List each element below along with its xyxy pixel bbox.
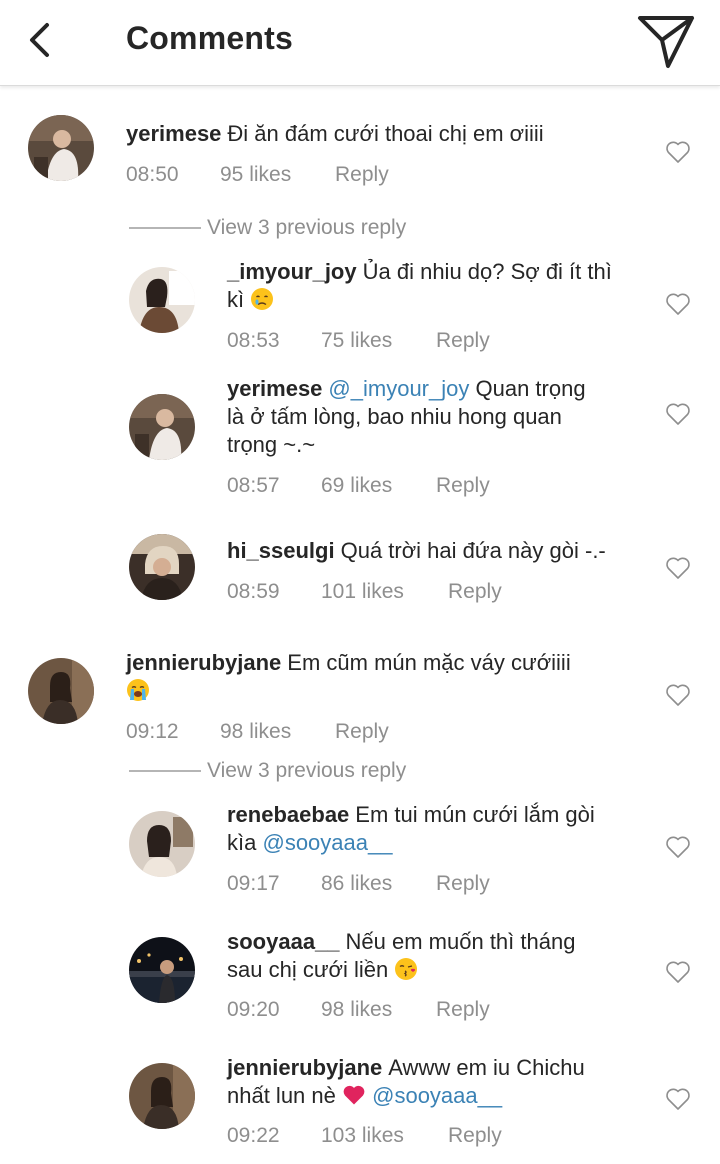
heart-icon[interactable]: [665, 556, 691, 580]
comment-meta: 08:50 95 likes Reply: [126, 163, 426, 189]
loudly-crying-face-emoji: [127, 679, 149, 701]
username[interactable]: sooyaaa__: [227, 929, 340, 954]
reply-button[interactable]: Reply: [335, 720, 389, 744]
avatar[interactable]: [129, 394, 195, 460]
avatar[interactable]: [129, 937, 195, 1003]
timestamp: 08:53: [227, 329, 280, 352]
heart-icon[interactable]: [665, 835, 691, 859]
comment-body: Em cũm mún mặc váy cướiiii: [287, 650, 571, 675]
reply-body: Nếu em muốn thì tháng: [345, 929, 576, 954]
reply-body-line: trọng ~.~: [227, 432, 316, 457]
likes-count[interactable]: 86 likes: [321, 872, 392, 896]
avatar[interactable]: [129, 1063, 195, 1129]
timestamp: 09:12: [126, 720, 179, 743]
share-button[interactable]: [633, 10, 699, 72]
reply-text: renebaebae Em tui mún cưới lắm gòi kìa @s…: [227, 801, 647, 857]
timestamp: 09:17: [227, 872, 280, 895]
view-previous-replies[interactable]: View 3 previous reply: [129, 759, 406, 783]
username[interactable]: jennierubyjane: [126, 650, 281, 675]
reply-text: hi_sseulgi Quá trời hai đứa này gòi -.-: [227, 537, 647, 565]
heart-icon[interactable]: [665, 1087, 691, 1111]
likes-count[interactable]: 101 likes: [321, 580, 404, 604]
username[interactable]: jennierubyjane: [227, 1055, 382, 1080]
heart-icon[interactable]: [665, 402, 691, 426]
reply-text: sooyaaa__ Nếu em muốn thì tháng sau chị c…: [227, 928, 647, 984]
mention-link[interactable]: @_imyour_joy: [328, 376, 469, 401]
reply-body-line: kìa: [227, 830, 257, 855]
heart-icon[interactable]: [665, 683, 691, 707]
reply-meta: 08:59 101 likes Reply: [227, 580, 547, 606]
likes-count[interactable]: 98 likes: [220, 720, 291, 744]
reply-body-line: nhất lun nè: [227, 1083, 336, 1108]
divider-line: [129, 227, 201, 229]
reply-body-line: kì: [227, 287, 245, 312]
comment-text: jennierubyjane Em cũm mún mặc váy cướiiii: [126, 649, 646, 705]
heart-icon[interactable]: [665, 292, 691, 316]
likes-count[interactable]: 95 likes: [220, 163, 291, 187]
reply-text: _imyour_joy Ủa đi nhiu dọ? Sợ đi ít thì k…: [227, 258, 647, 314]
reply-body: Ủa đi nhiu dọ? Sợ đi ít thì: [362, 259, 612, 284]
reply-button[interactable]: Reply: [436, 872, 490, 896]
likes-count[interactable]: 103 likes: [321, 1124, 404, 1148]
back-button[interactable]: [18, 16, 62, 64]
reply-body: Awww em iu Chichu: [388, 1055, 585, 1080]
view-previous-label: View 3 previous reply: [207, 216, 407, 239]
reply-button[interactable]: Reply: [436, 474, 490, 498]
reply-meta: 08:53 75 likes Reply: [227, 329, 547, 355]
heart-icon[interactable]: [665, 140, 691, 164]
reply-button[interactable]: Reply: [436, 998, 490, 1022]
reply-body-line: sau chị cưới liền: [227, 957, 389, 982]
username[interactable]: yerimese: [126, 121, 221, 146]
back-arrow-icon: [30, 23, 49, 57]
username[interactable]: yerimese: [227, 376, 322, 401]
comment-meta: 09:12 98 likes Reply: [126, 720, 426, 746]
red-heart-emoji: [343, 1085, 365, 1105]
reply-button[interactable]: Reply: [436, 329, 490, 353]
timestamp: 08:59: [227, 580, 280, 603]
comment-body: Đi ăn đám cưới thoai chị em ơiiii: [227, 121, 544, 146]
reply-meta: 09:20 98 likes Reply: [227, 998, 547, 1024]
page-title: Comments: [126, 20, 293, 56]
likes-count[interactable]: 69 likes: [321, 474, 392, 498]
username[interactable]: _imyour_joy: [227, 259, 357, 284]
reply-meta: 09:17 86 likes Reply: [227, 872, 547, 898]
username[interactable]: hi_sseulgi: [227, 538, 335, 563]
timestamp: 09:20: [227, 998, 280, 1021]
avatar[interactable]: [129, 534, 195, 600]
reply-button[interactable]: Reply: [448, 580, 502, 604]
likes-count[interactable]: 75 likes: [321, 329, 392, 353]
timestamp: 08:50: [126, 163, 179, 186]
mention-link[interactable]: @sooyaaa__: [262, 830, 392, 855]
crying-face-emoji: [251, 288, 274, 310]
avatar[interactable]: [28, 658, 94, 724]
username[interactable]: renebaebae: [227, 802, 349, 827]
reply-button[interactable]: Reply: [335, 163, 389, 187]
heart-icon[interactable]: [665, 960, 691, 984]
paper-plane-icon: [638, 16, 694, 68]
reply-meta: 08:57 69 likes Reply: [227, 474, 547, 500]
reply-text: jennierubyjane Awww em iu Chichu nhất lun…: [227, 1054, 647, 1110]
divider-line: [129, 770, 201, 772]
reply-button[interactable]: Reply: [448, 1124, 502, 1148]
timestamp: 08:57: [227, 474, 280, 497]
reply-text: yerimese @_imyour_joy Quan trọng là ở tấm…: [227, 375, 647, 459]
reply-body: Em tui mún cưới lắm gòi: [355, 802, 595, 827]
view-previous-replies[interactable]: View 3 previous reply: [129, 216, 406, 240]
comment-text: yerimese Đi ăn đám cưới thoai chị em ơiii…: [126, 120, 646, 148]
reply-body: Quan trọng: [475, 376, 586, 401]
reply-body-line: là ở tấm lòng, bao nhiu hong quan: [227, 404, 562, 429]
top-bar: Comments: [0, 0, 720, 86]
mention-link[interactable]: @sooyaaa__: [372, 1083, 502, 1108]
avatar[interactable]: [129, 811, 195, 877]
avatar[interactable]: [129, 267, 195, 333]
reply-body: Quá trời hai đứa này gòi -.-: [340, 538, 606, 563]
likes-count[interactable]: 98 likes: [321, 998, 392, 1022]
reply-meta: 09:22 103 likes Reply: [227, 1124, 547, 1150]
face-blowing-kiss-emoji: [395, 958, 418, 980]
view-previous-label: View 3 previous reply: [207, 759, 407, 782]
avatar[interactable]: [28, 115, 94, 181]
timestamp: 09:22: [227, 1124, 280, 1147]
